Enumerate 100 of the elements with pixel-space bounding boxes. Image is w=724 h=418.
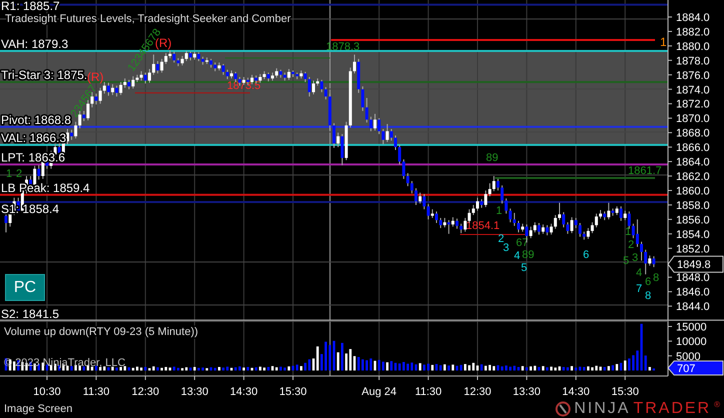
price-axis-label: 1872.0 [676, 98, 710, 111]
candlestick [115, 85, 118, 98]
candlestick [426, 204, 430, 220]
registered-mark: ® [714, 400, 720, 409]
bar [382, 362, 384, 370]
signal-label: 89 [486, 152, 498, 164]
bar [505, 366, 508, 370]
candlestick [312, 80, 315, 95]
bar [431, 364, 434, 370]
reversal-line [460, 234, 525, 235]
bar [50, 364, 52, 370]
candlestick [586, 228, 590, 240]
bar [345, 353, 348, 370]
bar [566, 367, 569, 370]
candlestick [70, 129, 74, 140]
logo-icon [555, 401, 572, 417]
bar [406, 364, 409, 370]
bar [263, 368, 266, 370]
current-price-label: 1849.8 [677, 259, 711, 272]
time-axis-label: 12:30 [132, 386, 160, 398]
bar [460, 364, 462, 370]
price-axis-label: 1884.0 [676, 12, 710, 24]
bar [378, 360, 380, 370]
bar [341, 342, 344, 370]
level-label: S2: 1841.5 [1, 307, 60, 321]
bar [296, 364, 298, 370]
level-label: Pivot: 1868.8 [1, 112, 72, 127]
candlestick [336, 132, 340, 148]
pc-button[interactable]: PC [5, 274, 45, 301]
bar [500, 366, 504, 370]
candlestick [546, 224, 549, 236]
candlestick [123, 78, 126, 88]
time-axis-label: 14:30 [562, 386, 590, 398]
bar [636, 350, 639, 370]
candlestick [414, 188, 418, 206]
bar [13, 361, 16, 370]
bar [398, 363, 401, 370]
bar [336, 352, 340, 370]
signal-label: 6 [583, 249, 590, 261]
level-label: R1: 1885.7 [1, 0, 60, 13]
bar [423, 364, 426, 370]
candlestick [554, 214, 557, 230]
candlestick [324, 86, 328, 100]
current-volume-label: 707 [677, 363, 696, 375]
bar [99, 366, 102, 370]
time-axis-label: 12:30 [464, 386, 492, 398]
price-axis-label: 1876.0 [676, 70, 710, 82]
price-axis-label: 1880.0 [676, 40, 710, 53]
candlestick [558, 202, 561, 221]
candlestick [472, 204, 475, 216]
bar [234, 367, 237, 370]
signal-label: (R) [87, 70, 104, 84]
candlestick [222, 63, 225, 76]
signal-label: 1 [625, 226, 632, 238]
candlestick [512, 212, 516, 226]
bar [214, 368, 216, 370]
candlestick [538, 222, 540, 236]
signal-label: 8 [645, 290, 652, 302]
candlestick [90, 92, 94, 108]
candlestick [418, 192, 422, 204]
current-volume-tag [667, 360, 724, 376]
price-axis-label: 1870.0 [676, 113, 710, 126]
bar [42, 362, 44, 370]
bar [410, 362, 414, 370]
signal-label: 2 [498, 233, 504, 245]
candlestick [398, 144, 402, 165]
candlestick [308, 76, 311, 98]
candlestick [378, 118, 381, 135]
price-axis-label: 1854.0 [676, 228, 710, 241]
signal-label: 1 [496, 205, 502, 217]
bar [164, 366, 168, 370]
candlestick [439, 217, 442, 229]
bar [218, 366, 220, 370]
candlestick [184, 50, 188, 62]
bar [550, 366, 552, 370]
bar [152, 366, 155, 370]
logo-text: TRADER [633, 400, 712, 418]
bar [492, 366, 496, 370]
price-axis-label: 1864.0 [676, 156, 710, 169]
bar [628, 358, 630, 370]
bar [521, 366, 524, 370]
bar [275, 367, 278, 370]
bar [324, 342, 327, 370]
price-axis-label: 1866.0 [676, 142, 710, 154]
candlestick [640, 241, 643, 262]
signal-label: 5 [623, 255, 630, 267]
candlestick [447, 220, 450, 234]
signal-label: 1 [660, 35, 667, 49]
level-label: VAL: 1866.3 [1, 130, 66, 145]
bar [222, 368, 224, 370]
candlestick [542, 224, 545, 234]
bar [624, 360, 626, 370]
price-axis-label: 1860.0 [676, 185, 710, 198]
time-axis-label: 15:30 [611, 386, 639, 398]
bar [304, 362, 306, 370]
bar [509, 366, 512, 370]
signal-label: 1 [6, 168, 12, 180]
candlestick [533, 222, 536, 233]
candlestick [529, 226, 532, 239]
bar [349, 349, 352, 370]
